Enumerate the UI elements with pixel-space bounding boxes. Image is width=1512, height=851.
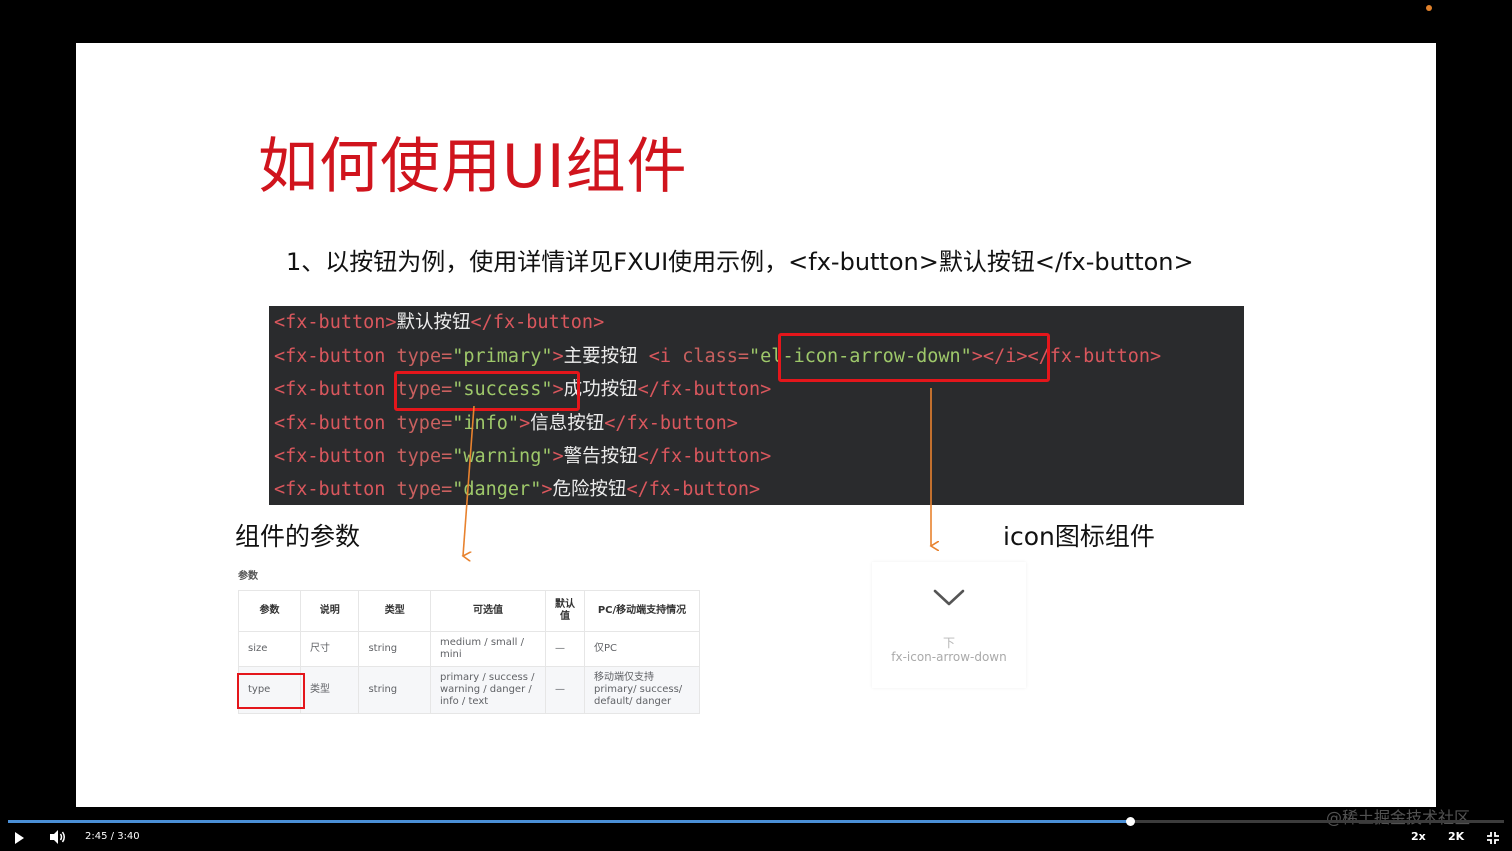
video-player-controls: 2:45 / 3:40 2x 2K (0, 811, 1512, 851)
table-cell: string (358, 631, 431, 667)
duration: 3:40 (117, 831, 140, 842)
presentation-slide: 如何使用UI组件 1、以按钮为例，使用详情详见FXUI使用示例，<fx-butt… (76, 43, 1436, 807)
play-button[interactable] (13, 830, 25, 849)
column-header: 参数 (238, 590, 301, 632)
params-table: 参数 说明 类型 可选值 默认值 PC/移动端支持情况 size 尺寸 stri… (238, 590, 700, 714)
playback-speed-button[interactable]: 2x (1411, 830, 1426, 844)
table-row: type 类型 string primary / success / warni… (238, 666, 700, 714)
icon-preview-card: 下 fx-icon-arrow-down (872, 562, 1026, 688)
table-cell: primary / success / warning / danger / i… (430, 666, 546, 714)
table-header-row: 参数 说明 类型 可选值 默认值 PC/移动端支持情况 (238, 590, 700, 632)
exit-fullscreen-button[interactable] (1486, 830, 1500, 849)
chevron-down-icon (933, 589, 965, 606)
table-cell: — (545, 666, 585, 714)
recording-indicator (1426, 5, 1432, 11)
table-cell: 仅PC (584, 631, 700, 667)
icon-component-label: icon图标组件 (1003, 522, 1155, 551)
current-time: 2:45 (85, 831, 108, 842)
quality-button[interactable]: 2K (1448, 830, 1464, 844)
table-cell: 移动端仅支持 primary/ success/ default/ danger (584, 666, 700, 714)
volume-icon (50, 830, 65, 844)
column-header: 说明 (299, 590, 360, 632)
table-cell: 类型 (299, 666, 360, 714)
progress-fill (8, 820, 1130, 823)
progress-bar[interactable] (8, 817, 1504, 826)
icon-class-name: fx-icon-arrow-down (891, 650, 1007, 664)
column-header: 可选值 (430, 590, 546, 632)
params-label: 组件的参数 (235, 522, 361, 551)
table-cell: string (358, 666, 431, 714)
params-table-caption: 参数 (238, 571, 258, 582)
table-cell: medium / small / mini (430, 631, 546, 667)
table-cell: size (238, 631, 301, 667)
column-header: 类型 (358, 590, 431, 632)
volume-button[interactable] (49, 829, 67, 849)
time-display: 2:45 / 3:40 (85, 831, 140, 842)
play-icon (15, 832, 24, 844)
column-header: PC/移动端支持情况 (584, 590, 700, 632)
table-cell: — (545, 631, 585, 667)
arrow-to-params (463, 405, 475, 556)
column-header: 默认值 (545, 590, 585, 632)
exit-fullscreen-icon (1487, 832, 1499, 844)
progress-handle[interactable] (1126, 817, 1135, 826)
table-row: size 尺寸 string medium / small / mini — 仅… (238, 631, 700, 667)
type-param-highlight (237, 673, 305, 709)
icon-chinese-name: 下 (942, 636, 955, 650)
table-cell: 尺寸 (299, 631, 360, 667)
